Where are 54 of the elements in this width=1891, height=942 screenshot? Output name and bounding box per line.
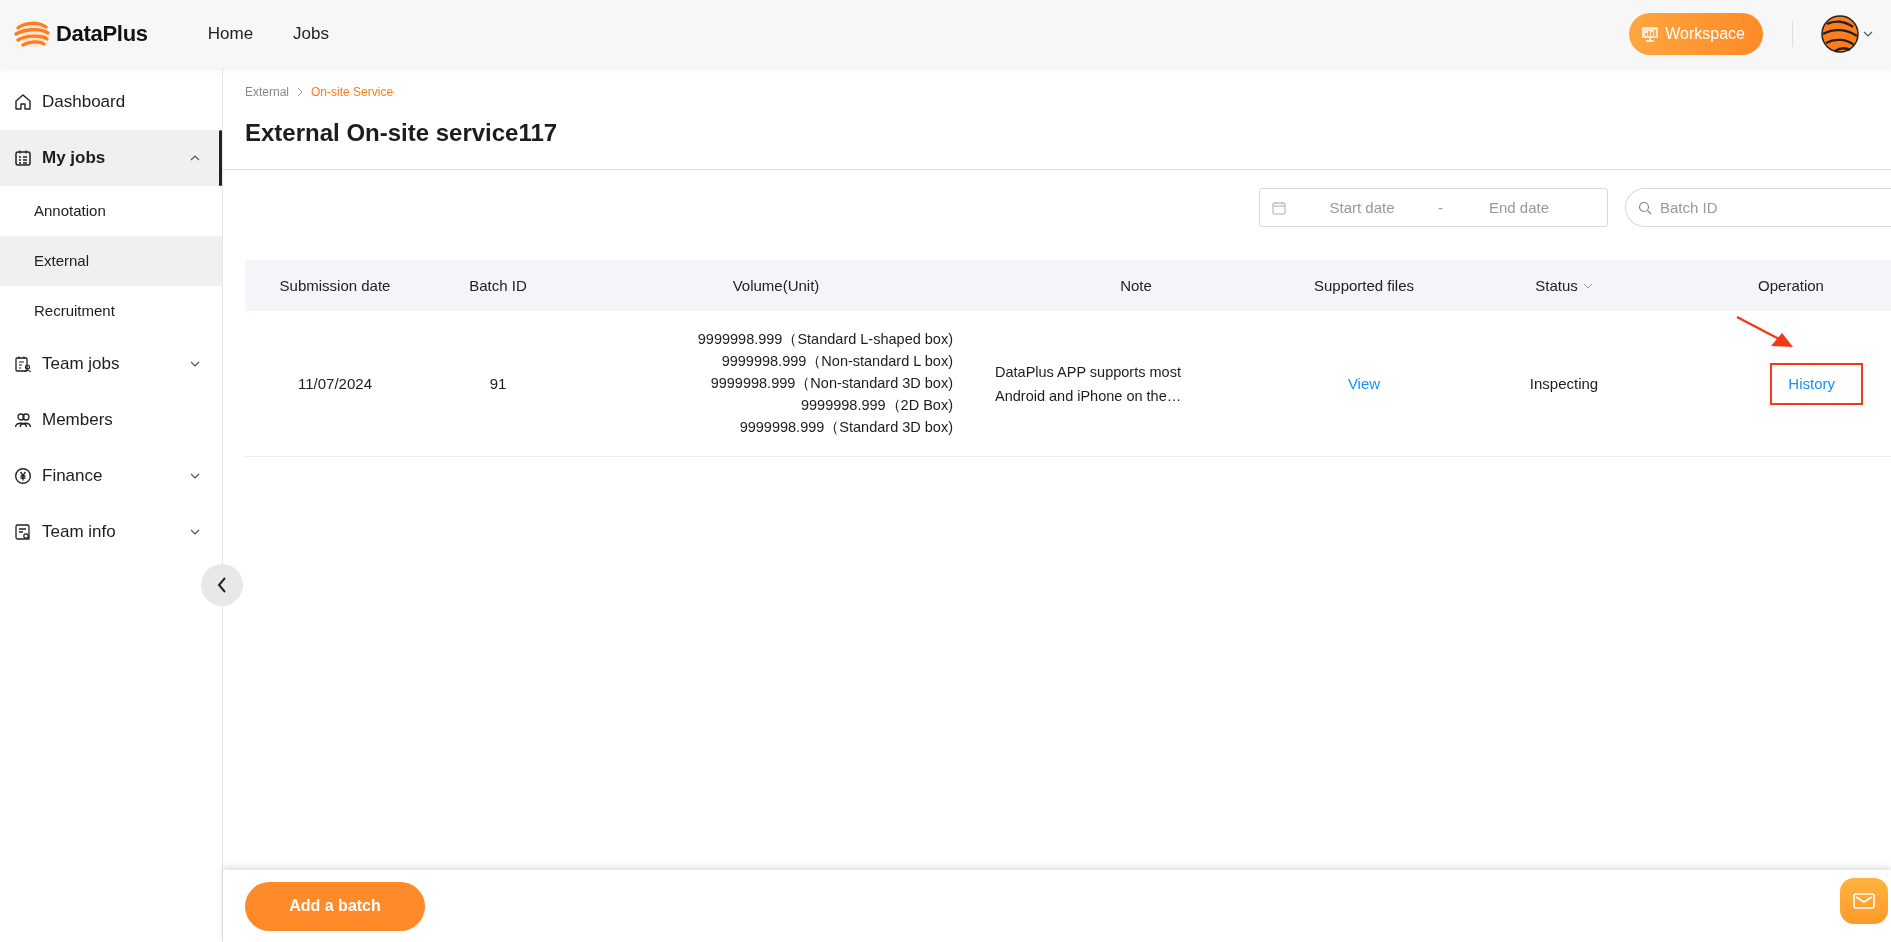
breadcrumb-link[interactable]: External	[245, 85, 290, 99]
avatar[interactable]	[1821, 15, 1859, 53]
sidebar-subitem[interactable]: Recruitment	[0, 286, 222, 336]
volume-line: 9999998.999（Non-standard L box)	[721, 352, 953, 371]
mail-icon	[1853, 893, 1875, 909]
volume-line: 9999998.999（Standard L-shaped box)	[697, 330, 953, 349]
search-icon	[1638, 201, 1652, 215]
sidebar-item[interactable]: My jobs	[0, 130, 222, 186]
collapse-button[interactable]	[201, 564, 243, 606]
chevron-down-icon	[190, 361, 200, 367]
monitor-chart-icon	[1641, 26, 1660, 42]
chevron-down-icon	[190, 529, 200, 535]
sort-chevron-icon[interactable]	[1582, 282, 1593, 289]
home-icon	[14, 93, 32, 111]
search-field[interactable]: Batch ID	[1625, 188, 1891, 227]
chevron-right-icon	[297, 87, 304, 97]
sidebar-subitem[interactable]: Annotation	[0, 186, 222, 236]
column-header[interactable]: Status	[1535, 277, 1578, 294]
chevron-down-icon	[190, 473, 200, 479]
calendar-icon	[1272, 200, 1286, 215]
message-button[interactable]	[1840, 878, 1888, 924]
status-text: Inspecting	[1529, 375, 1599, 392]
column-header: Operation	[1758, 277, 1824, 294]
brand-name: DataPlus	[56, 21, 148, 47]
sidebar-item[interactable]: Dashboard	[0, 74, 222, 130]
volume-line: 9999998.999（2D Box)	[800, 396, 953, 415]
sidebar-item[interactable]: Members	[0, 392, 222, 448]
column-header: Submission date	[279, 277, 391, 294]
page-title: External On-site service117	[223, 99, 1891, 170]
sidebar-item[interactable]: Team jobs	[0, 336, 222, 392]
annotation-arrow	[1735, 314, 1795, 349]
calendar-list-icon	[14, 149, 32, 167]
logo-icon	[14, 19, 50, 49]
nav-link[interactable]: Jobs	[293, 24, 330, 44]
volume-line: 9999998.999（Standard 3D box)	[739, 418, 953, 437]
people-icon	[14, 411, 32, 429]
document-search-icon	[14, 523, 32, 541]
volume-line: 9999998.999（Non-standard 3D box)	[710, 374, 953, 393]
sidebar-item[interactable]: Finance	[0, 448, 222, 504]
chevron-down-icon	[1863, 31, 1873, 37]
nav-link[interactable]: Home	[207, 24, 254, 44]
table-cell: 11/07/2024	[298, 375, 372, 392]
chevron-up-icon	[190, 155, 200, 161]
sidebar-item[interactable]: Team info	[0, 504, 222, 560]
column-header: Volume(Unit)	[732, 277, 820, 294]
column-header: Batch ID	[469, 277, 527, 294]
chevron-left-icon	[217, 577, 227, 593]
column-header: Supported files	[1313, 277, 1415, 294]
table-cell: 91	[489, 375, 507, 392]
column-header: Note	[1120, 277, 1152, 294]
coin-icon	[14, 467, 32, 485]
note-text: DataPlus APP supports most Android and iPhone on the…	[994, 362, 1183, 406]
sidebar-subitem[interactable]: External	[0, 236, 222, 286]
document-person-icon	[14, 355, 32, 373]
